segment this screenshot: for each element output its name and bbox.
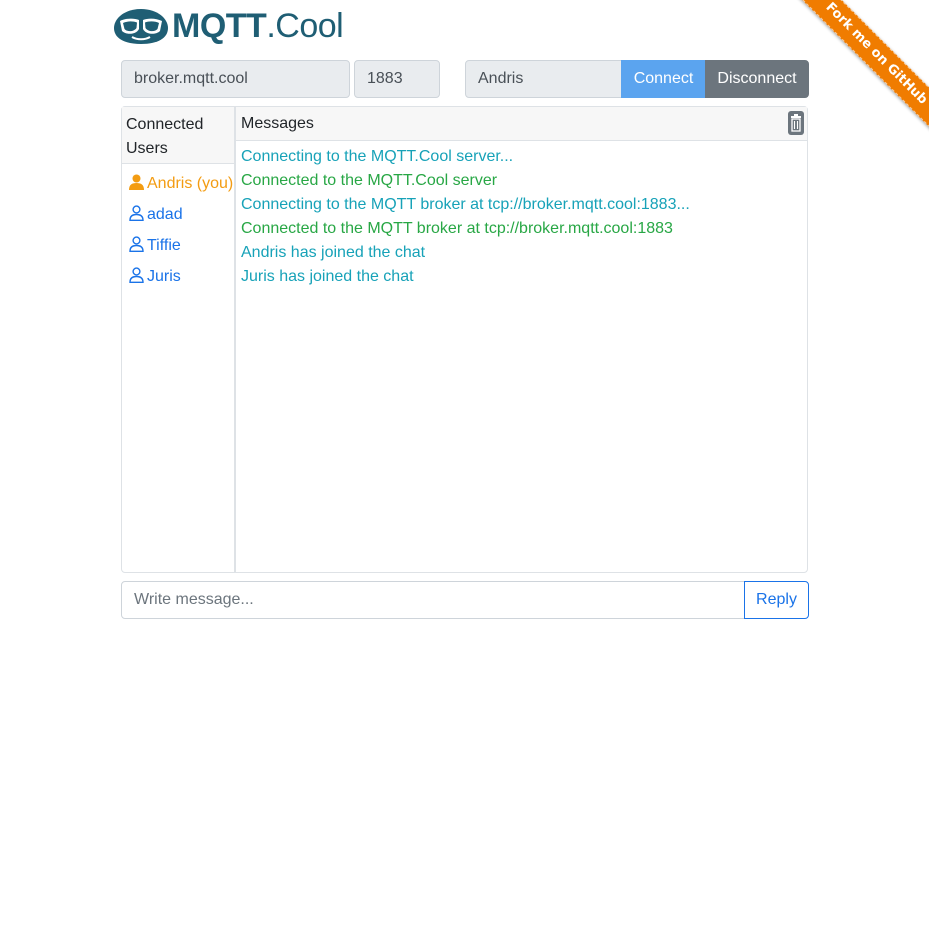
- user-filled-icon: [129, 174, 144, 190]
- message-line: Connecting to the MQTT.Cool server...: [241, 148, 514, 165]
- sunglasses-face-icon: [114, 9, 168, 44]
- messages-title: Messages: [241, 115, 314, 132]
- user-name: adad: [147, 206, 183, 223]
- user-name: Tiffie: [147, 237, 181, 254]
- connect-button[interactable]: Connect: [621, 60, 706, 98]
- message-line: Connected to the MQTT.Cool server: [241, 172, 498, 189]
- connected-users-panel: Connected Users Andris (you) adad Tiffie: [121, 106, 235, 573]
- fork-on-github-link[interactable]: Fork me on GitHub: [791, 0, 929, 139]
- trash-icon: [791, 114, 801, 132]
- user-outline-icon: [129, 236, 144, 252]
- messages-list: Connecting to the MQTT.Cool server... Co…: [236, 141, 807, 293]
- user-outline-icon: [129, 205, 144, 221]
- disconnect-button[interactable]: Disconnect: [705, 60, 809, 98]
- clear-messages-button[interactable]: [788, 111, 804, 135]
- message-line: Juris has joined the chat: [241, 268, 414, 285]
- user-item[interactable]: Tiffie: [129, 234, 234, 258]
- broker-port-field[interactable]: 1883: [354, 60, 440, 98]
- user-item[interactable]: adad: [129, 203, 234, 227]
- user-item[interactable]: Juris: [129, 265, 234, 289]
- message-line: Connected to the MQTT broker at tcp://br…: [241, 220, 673, 237]
- broker-host-field[interactable]: broker.mqtt.cool: [121, 60, 350, 98]
- username-field[interactable]: Andris: [465, 60, 622, 98]
- mqtt-cool-logo[interactable]: MQTT.Cool: [112, 6, 344, 46]
- connected-users-title: Connected Users: [122, 107, 234, 164]
- messages-panel: Messages Connecting to the MQTT.Cool ser…: [235, 106, 808, 573]
- users-list: Andris (you) adad Tiffie Juris: [122, 164, 234, 289]
- message-input[interactable]: Write message...: [121, 581, 745, 619]
- messages-header: Messages: [236, 107, 807, 141]
- message-line: Connecting to the MQTT broker at tcp://b…: [241, 196, 690, 213]
- user-name: Juris: [147, 268, 181, 285]
- user-outline-icon: [129, 267, 144, 283]
- logo-wordmark: MQTT.Cool: [172, 7, 344, 45]
- user-name: Andris (you): [147, 175, 234, 192]
- message-line: Andris has joined the chat: [241, 244, 426, 261]
- reply-button[interactable]: Reply: [744, 581, 809, 619]
- user-item-self[interactable]: Andris (you): [129, 172, 234, 196]
